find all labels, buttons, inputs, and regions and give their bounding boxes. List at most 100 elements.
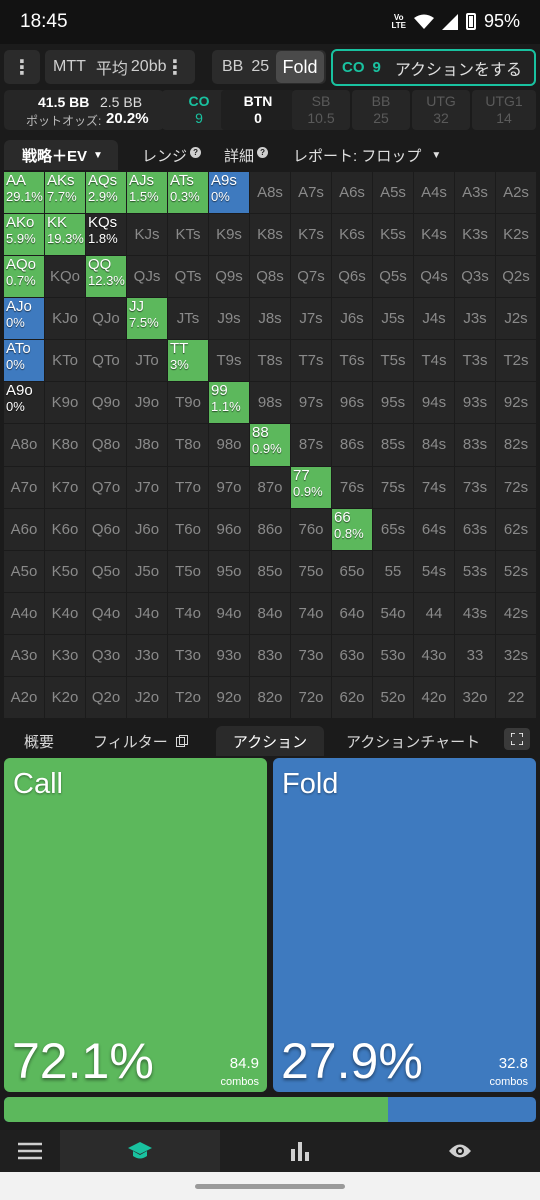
hand-cell[interactable]: K9o	[45, 382, 85, 424]
hand-cell[interactable]: J3o	[127, 634, 167, 676]
hand-cell[interactable]: 75s	[373, 466, 413, 508]
hand-cell[interactable]: ATs 0.3%	[168, 172, 208, 214]
hand-cell[interactable]: Q5o	[86, 550, 126, 592]
hand-cell[interactable]: 88 0.9%	[250, 424, 290, 466]
hand-cell[interactable]: 96s	[332, 382, 372, 424]
hand-cell[interactable]: QQ 12.3%	[86, 256, 126, 298]
fullscreen-button[interactable]	[504, 728, 530, 750]
hand-cell[interactable]: A6o	[4, 508, 44, 550]
hand-cell[interactable]: J8o	[127, 424, 167, 466]
hand-cell[interactable]: 84s	[414, 424, 454, 466]
hand-cell[interactable]: 98s	[250, 382, 290, 424]
hand-cell[interactable]: T4o	[168, 592, 208, 634]
hand-cell[interactable]: Q4o	[86, 592, 126, 634]
hand-cell[interactable]: Q9o	[86, 382, 126, 424]
hand-cell[interactable]: J9s	[209, 298, 249, 340]
hand-cell[interactable]: 95s	[373, 382, 413, 424]
hand-cell[interactable]: 63o	[332, 634, 372, 676]
hand-cell[interactable]: KQs 1.8%	[86, 214, 126, 256]
hand-cell[interactable]: J9o	[127, 382, 167, 424]
hand-cell[interactable]: 84o	[250, 592, 290, 634]
hand-cell[interactable]: KTs	[168, 214, 208, 256]
hand-cell[interactable]: Q6o	[86, 508, 126, 550]
tab-filter[interactable]: フィルター	[93, 726, 188, 756]
hand-cell[interactable]: A9s 0%	[209, 172, 249, 214]
hand-cell[interactable]: 93s	[455, 382, 495, 424]
fold-panel[interactable]: Fold 27.9% 32.8 combos	[273, 758, 536, 1092]
hand-cell[interactable]: J2s	[496, 298, 536, 340]
hand-cell[interactable]: AJs 1.5%	[127, 172, 167, 214]
hand-cell[interactable]: K8o	[45, 424, 85, 466]
hand-cell[interactable]: A4o	[4, 592, 44, 634]
hand-cell[interactable]: T2o	[168, 676, 208, 718]
hand-cell[interactable]: 54s	[414, 550, 454, 592]
position-bb[interactable]: BB 25	[352, 90, 410, 130]
tab-report[interactable]: レポート: フロップ ▼	[293, 140, 441, 170]
hand-cell[interactable]: A3s	[455, 172, 495, 214]
hand-cell[interactable]: Q3o	[86, 634, 126, 676]
hand-cell[interactable]: A4s	[414, 172, 454, 214]
hand-cell[interactable]: K5s	[373, 214, 413, 256]
nav-learn[interactable]	[60, 1130, 220, 1172]
hand-cell[interactable]: J2o	[127, 676, 167, 718]
position-btn[interactable]: BTN 0	[221, 90, 295, 130]
main-menu-button[interactable]: ⋮	[4, 50, 40, 84]
hand-cell[interactable]: JJ 7.5%	[127, 298, 167, 340]
hand-cell[interactable]: 53o	[373, 634, 413, 676]
tab-range[interactable]: レンジ ?	[142, 140, 202, 170]
hand-cell[interactable]: K3o	[45, 634, 85, 676]
hand-cell[interactable]: KTo	[45, 340, 85, 382]
hand-cell[interactable]: 52s	[496, 550, 536, 592]
hand-cell[interactable]: 86o	[250, 508, 290, 550]
fold-button[interactable]: Fold	[276, 51, 324, 83]
hand-cell[interactable]: 97o	[209, 466, 249, 508]
hand-cell[interactable]: 44	[414, 592, 454, 634]
hand-cell[interactable]: ATo 0%	[4, 340, 44, 382]
hand-cell[interactable]: T9s	[209, 340, 249, 382]
hand-cell[interactable]: K9s	[209, 214, 249, 256]
hand-cell[interactable]: K2s	[496, 214, 536, 256]
hand-cell[interactable]: QJo	[86, 298, 126, 340]
hand-cell[interactable]: 85o	[250, 550, 290, 592]
hand-cell[interactable]: AJo 0%	[4, 298, 44, 340]
hand-cell[interactable]: J6o	[127, 508, 167, 550]
hand-cell[interactable]: 83s	[455, 424, 495, 466]
hand-cell[interactable]: A5o	[4, 550, 44, 592]
hand-cell[interactable]: KK 19.3%	[45, 214, 85, 256]
hand-cell[interactable]: 63s	[455, 508, 495, 550]
hand-cell[interactable]: A5s	[373, 172, 413, 214]
hand-cell[interactable]: T8s	[250, 340, 290, 382]
tab-detail[interactable]: 詳細 ?	[224, 140, 269, 170]
tab-action[interactable]: アクション	[216, 726, 324, 756]
hand-cell[interactable]: T9o	[168, 382, 208, 424]
hand-cell[interactable]: K8s	[250, 214, 290, 256]
hand-cell[interactable]: 42o	[414, 676, 454, 718]
hand-cell[interactable]: 82o	[250, 676, 290, 718]
hand-cell[interactable]: 95o	[209, 550, 249, 592]
hand-cell[interactable]: A8o	[4, 424, 44, 466]
hand-cell[interactable]: T7o	[168, 466, 208, 508]
hand-cell[interactable]: K4s	[414, 214, 454, 256]
hand-cell[interactable]: JTo	[127, 340, 167, 382]
hand-cell[interactable]: A6s	[332, 172, 372, 214]
hand-cell[interactable]: T5o	[168, 550, 208, 592]
hand-cell[interactable]: QTo	[86, 340, 126, 382]
hand-cell[interactable]: T7s	[291, 340, 331, 382]
hand-cell[interactable]: 85s	[373, 424, 413, 466]
position-sb[interactable]: SB 10.5	[292, 90, 350, 130]
hand-cell[interactable]: K2o	[45, 676, 85, 718]
hand-cell[interactable]: 98o	[209, 424, 249, 466]
hand-cell[interactable]: A7s	[291, 172, 331, 214]
hand-cell[interactable]: 73s	[455, 466, 495, 508]
hand-cell[interactable]: 65s	[373, 508, 413, 550]
tab-strategy-ev[interactable]: 戦略＋EV ▼	[4, 140, 118, 170]
hand-cell[interactable]: 94o	[209, 592, 249, 634]
hand-cell[interactable]: 62s	[496, 508, 536, 550]
hand-cell[interactable]: K6s	[332, 214, 372, 256]
hand-cell[interactable]: AKs 7.7%	[45, 172, 85, 214]
hand-cell[interactable]: QTs	[168, 256, 208, 298]
hand-cell[interactable]: Q7o	[86, 466, 126, 508]
hand-cell[interactable]: K3s	[455, 214, 495, 256]
hand-cell[interactable]: 75o	[291, 550, 331, 592]
call-panel[interactable]: Call 72.1% 84.9 combos	[4, 758, 267, 1092]
